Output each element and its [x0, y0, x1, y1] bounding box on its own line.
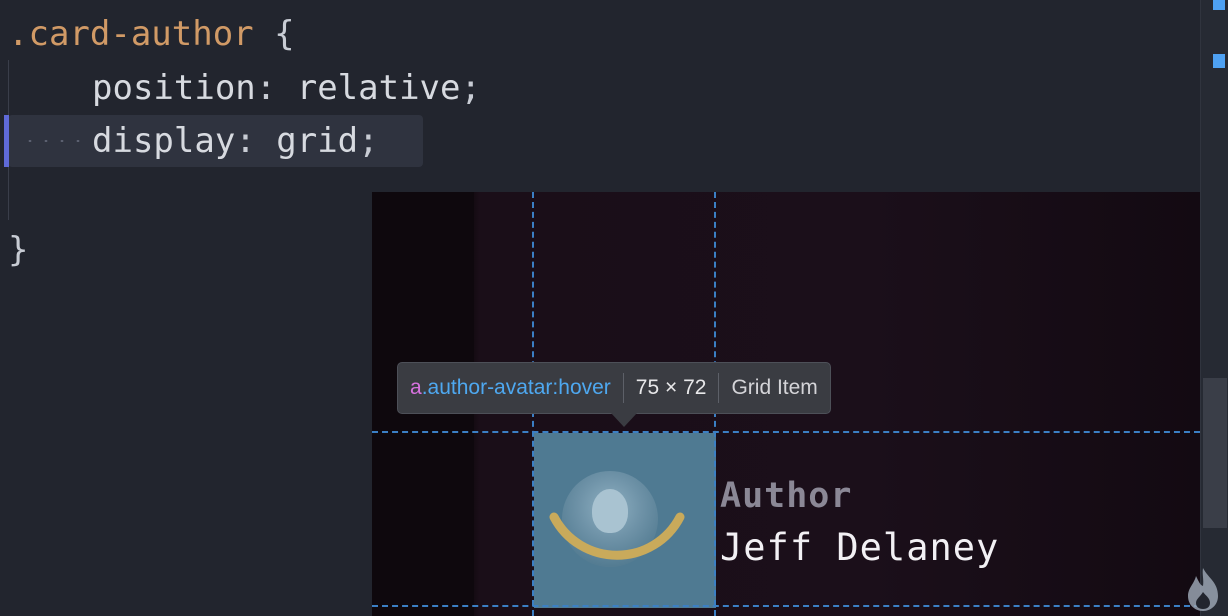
- css-value: grid: [276, 121, 359, 161]
- code-line-3[interactable]: display: grid;: [92, 119, 379, 163]
- semicolon: ;: [358, 121, 379, 161]
- tooltip-dimensions: 75 × 72: [635, 376, 707, 399]
- colon: :: [255, 68, 277, 108]
- scrollbar-thumb[interactable]: [1203, 378, 1227, 528]
- editor-scrollbar[interactable]: [1200, 0, 1228, 616]
- line-change-indicator: [4, 115, 9, 167]
- minimap-marker: [1213, 0, 1225, 10]
- tooltip-arrow: [611, 413, 637, 427]
- author-avatar-link[interactable]: [534, 433, 716, 608]
- css-property: position: [92, 68, 256, 108]
- tooltip-divider: [622, 373, 624, 403]
- css-property: display: [92, 121, 236, 161]
- close-brace: }: [8, 230, 29, 270]
- semicolon: ;: [460, 68, 481, 108]
- author-name[interactable]: Jeff Delaney: [720, 526, 999, 569]
- whitespace-markers: [22, 140, 86, 142]
- minimap-marker: [1213, 54, 1225, 68]
- code-line-2[interactable]: position: relative;: [92, 66, 481, 110]
- avatar-ring-icon: [549, 512, 685, 560]
- tooltip-item-type: Grid Item: [731, 376, 818, 399]
- tooltip-tag: a: [410, 376, 422, 399]
- author-label: Author: [720, 476, 853, 516]
- code-line-4[interactable]: }: [8, 228, 28, 272]
- devtools-element-tooltip: a .author-avatar:hover 75 × 72 Grid Item: [397, 362, 831, 414]
- grid-line-row: [372, 431, 1200, 433]
- css-selector: .card-author: [8, 14, 254, 54]
- open-brace: {: [274, 14, 295, 54]
- code-line-1[interactable]: .card-author {: [8, 12, 295, 56]
- flame-icon: [1188, 568, 1218, 611]
- colon: :: [235, 121, 256, 161]
- css-value: relative: [296, 68, 461, 108]
- tooltip-divider: [718, 373, 720, 403]
- tooltip-selector: .author-avatar:hover: [421, 376, 611, 399]
- grid-line-row: [372, 605, 1200, 607]
